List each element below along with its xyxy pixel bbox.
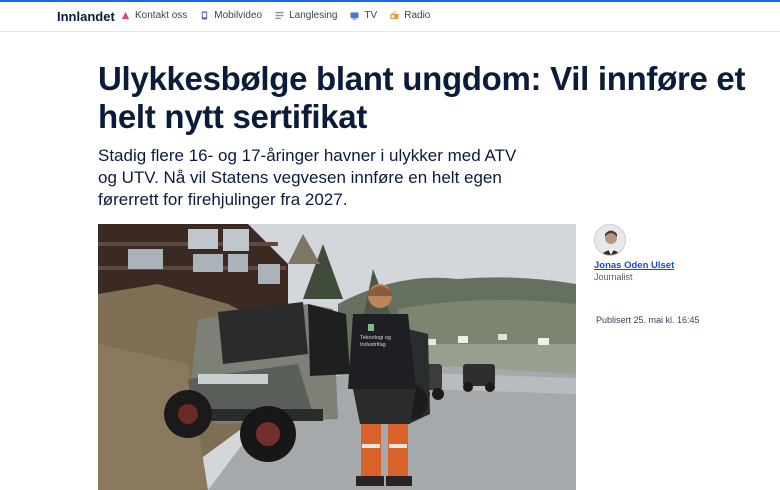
tv-icon: [350, 12, 360, 20]
nav-item-long-read[interactable]: Langlesing: [275, 10, 337, 21]
brand-title[interactable]: Innlandet: [57, 9, 115, 24]
contact-icon: [121, 11, 130, 20]
nav-item-tv[interactable]: TV: [350, 10, 377, 21]
nav-item-label: TV: [364, 10, 378, 21]
top-navigation-bar: Innlandet Kontakt oss Mobilvideo Langles…: [0, 0, 780, 32]
author-role: Journalist: [594, 272, 633, 282]
mobile-video-icon: [202, 11, 208, 20]
photo-illustration: Teknologi og Industrifag: [98, 224, 576, 490]
author-avatar[interactable]: [594, 224, 626, 256]
nav-item-mobile-video[interactable]: Mobilvideo: [200, 10, 262, 21]
nav-item-label: Langlesing: [289, 10, 338, 21]
author-byline: Jonas Oden Ulset Journalist: [594, 224, 674, 282]
radio-icon: [390, 11, 399, 20]
article-headline: Ulykkesbølge blant ungdom: Vil innføre e…: [98, 60, 746, 135]
nav-item-label: Kontakt oss: [135, 10, 188, 21]
nav-item-radio[interactable]: Radio: [390, 10, 430, 21]
article-photo[interactable]: Teknologi og Industrifag: [98, 224, 576, 490]
nav-item-label: Radio: [404, 10, 431, 21]
nav-item-contact[interactable]: Kontakt oss: [121, 10, 187, 21]
author-name-link[interactable]: Jonas Oden Ulset: [594, 260, 674, 271]
published-timestamp: Publisert 25. mai kl. 16:45: [596, 315, 700, 325]
long-read-icon: [275, 11, 284, 20]
nav-item-label: Mobilvideo: [214, 10, 263, 21]
author-portrait-icon: [595, 225, 625, 255]
vest-text-2: Industrifag: [360, 342, 386, 348]
vest-text-1: Teknologi og: [360, 335, 391, 341]
article-lead: Stadig flere 16- og 17-åringer havner i …: [98, 146, 517, 209]
nav-menu: Kontakt oss Mobilvideo Langlesing TV Rad…: [121, 10, 430, 21]
accent-line: [0, 0, 780, 2]
